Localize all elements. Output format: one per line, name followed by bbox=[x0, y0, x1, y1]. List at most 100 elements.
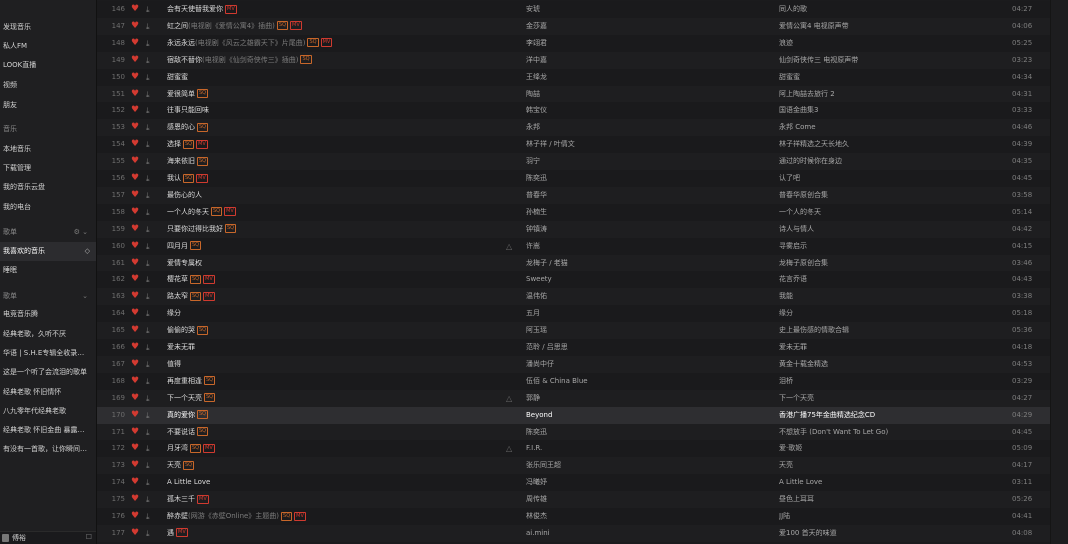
song-album[interactable]: 阿上陶喆去旅行 2 bbox=[779, 86, 1019, 103]
song-artist[interactable]: 韩宝仪 bbox=[526, 102, 766, 119]
song-row[interactable]: 169 ♥ ⤓ 下一个天亮 SQ △ 郭静 下一个天亮 04:27 bbox=[97, 389, 1050, 407]
sidebar-item[interactable]: 电竞音乐腾 bbox=[0, 305, 96, 324]
song-title-cell[interactable]: 选择 SQ MV bbox=[167, 136, 487, 153]
avatar[interactable] bbox=[2, 534, 9, 542]
song-album[interactable]: JJ陆 bbox=[779, 508, 1019, 525]
song-album[interactable]: 寻雾启示 bbox=[779, 238, 1019, 255]
mv-badge[interactable]: MV bbox=[203, 274, 215, 284]
song-album[interactable]: 同人的歌 bbox=[779, 1, 1019, 18]
song-title-cell[interactable]: 爱情专属权 bbox=[167, 255, 487, 272]
song-title-cell[interactable]: 醉赤壁(网游《赤壁Online》主题曲) SQ MV bbox=[167, 508, 487, 525]
like-heart-icon[interactable]: ♥ bbox=[131, 525, 141, 542]
song-artist[interactable]: Sweety bbox=[526, 271, 766, 288]
like-heart-icon[interactable]: ♥ bbox=[131, 356, 141, 373]
song-album[interactable]: 诗人与情人 bbox=[779, 221, 1019, 238]
song-title-cell[interactable]: 天亮 SQ bbox=[167, 457, 487, 474]
sidebar-item[interactable]: 视频 bbox=[0, 76, 96, 95]
song-row[interactable]: 150 ♥ ⤓ 甜蜜蜜 王绛龙 甜蜜蜜 04:34 bbox=[97, 68, 1050, 86]
like-heart-icon[interactable]: ♥ bbox=[131, 52, 141, 69]
song-row[interactable]: 159 ♥ ⤓ 只要你过得比我好 SQ 钟镇涛 诗人与情人 04:42 bbox=[97, 220, 1050, 238]
like-heart-icon[interactable]: ♥ bbox=[131, 238, 141, 255]
song-row[interactable]: 154 ♥ ⤓ 选择 SQ MV 林子祥 / 叶倩文 林子祥精选之天长地久 04:39 bbox=[97, 136, 1050, 154]
song-album[interactable]: 龙梅子原创合集 bbox=[779, 255, 1019, 272]
sidebar-item[interactable]: 经典老歌 怀旧金曲 暴露… bbox=[0, 421, 96, 440]
song-artist[interactable]: 龙梅子 / 老猫 bbox=[526, 255, 766, 272]
song-album[interactable]: A Little Love bbox=[779, 474, 1019, 491]
download-icon[interactable]: ⤓ bbox=[146, 35, 156, 52]
song-album[interactable]: 昼色上耳耳 bbox=[779, 491, 1019, 508]
song-row[interactable]: 172 ♥ ⤓ 月牙湾 SQ MV △ F.I.R. 爱·歌姬 05:09 bbox=[97, 440, 1050, 458]
song-album[interactable]: 泪桥 bbox=[779, 373, 1019, 390]
like-heart-icon[interactable]: ♥ bbox=[131, 457, 141, 474]
song-album[interactable]: 甜蜜蜜 bbox=[779, 69, 1019, 86]
mv-badge[interactable]: MV bbox=[225, 4, 237, 14]
song-album[interactable]: 花言乔语 bbox=[779, 271, 1019, 288]
song-album[interactable]: 通过的时候你在身边 bbox=[779, 153, 1019, 170]
download-icon[interactable]: ⤓ bbox=[146, 69, 156, 86]
sidebar-item[interactable]: 八九零年代经典老歌 bbox=[0, 402, 96, 421]
download-icon[interactable]: ⤓ bbox=[146, 390, 156, 407]
song-row[interactable]: 171 ♥ ⤓ 不要说话 SQ 陈奕迅 不想放手 (Don't Want To Let Go… bbox=[97, 423, 1050, 441]
song-artist[interactable]: 陈奕迅 bbox=[526, 424, 766, 441]
download-icon[interactable]: ⤓ bbox=[146, 102, 156, 119]
song-title-cell[interactable]: 樱花草 SQ MV bbox=[167, 271, 487, 288]
song-row[interactable]: 155 ♥ ⤓ 海来依旧 SQ 羽宁 通过的时候你在身边 04:35 bbox=[97, 153, 1050, 171]
song-artist[interactable]: 普春华 bbox=[526, 187, 766, 204]
sidebar-item[interactable]: 这是一个听了会流泪的歌单 bbox=[0, 363, 96, 382]
mv-badge[interactable]: MV bbox=[196, 173, 208, 183]
sidebar-item[interactable]: 我的电台 bbox=[0, 198, 96, 217]
song-artist[interactable]: 王绛龙 bbox=[526, 69, 766, 86]
mv-badge[interactable]: MV bbox=[320, 38, 333, 48]
chevron-down-icon[interactable]: ⌄ bbox=[82, 287, 88, 306]
song-artist[interactable]: 郭静 bbox=[526, 390, 766, 407]
heart-mode-icon[interactable]: ◇ bbox=[85, 242, 90, 261]
song-row[interactable]: 164 ♥ ⤓ 缘分 五月 缘分 05:18 bbox=[97, 305, 1050, 323]
song-row[interactable]: 170 ♥ ⤓ 真的爱你 SQ Beyond 香港广播75年金曲精选纪念CD 04:29 bbox=[97, 406, 1050, 424]
scrollbar[interactable] bbox=[1050, 0, 1068, 544]
song-artist[interactable]: F.I.R. bbox=[526, 440, 766, 457]
download-icon[interactable]: ⤓ bbox=[146, 525, 156, 542]
download-icon[interactable]: ⤓ bbox=[146, 170, 156, 187]
song-album[interactable]: 林子祥精选之天长地久 bbox=[779, 136, 1019, 153]
song-row[interactable]: 174 ♥ ⤓ A Little Love 冯曦妤 A Little Love 03:11 bbox=[97, 474, 1050, 492]
song-row[interactable]: 177 ♥ ⤓ 遇 MV ai.mini 爱100 首天的味道 04:08 bbox=[97, 524, 1050, 542]
song-row[interactable]: 173 ♥ ⤓ 天亮 SQ 张乐同王超 天亮 04:17 bbox=[97, 457, 1050, 475]
song-album[interactable]: 一个人的冬天 bbox=[779, 204, 1019, 221]
song-title-cell[interactable]: 缘分 bbox=[167, 305, 487, 322]
like-heart-icon[interactable]: ♥ bbox=[131, 491, 141, 508]
sidebar-item[interactable]: 经典老歌 怀旧情怀 bbox=[0, 383, 96, 402]
song-title-cell[interactable]: 遇 MV bbox=[167, 525, 487, 542]
like-heart-icon[interactable]: ♥ bbox=[131, 204, 141, 221]
like-heart-icon[interactable]: ♥ bbox=[131, 18, 141, 35]
song-row[interactable]: 160 ♥ ⤓ 四月月 SQ △ 许嵩 寻雾启示 04:15 bbox=[97, 237, 1050, 255]
song-row[interactable]: 168 ♥ ⤓ 再度重相逢 SQ 伍佰 & China Blue 泪桥 03:29 bbox=[97, 372, 1050, 390]
song-artist[interactable]: 永邦 bbox=[526, 119, 766, 136]
download-icon[interactable]: ⤓ bbox=[146, 373, 156, 390]
song-artist[interactable]: 陶喆 bbox=[526, 86, 766, 103]
song-artist[interactable]: 范聆 / 吕思思 bbox=[526, 339, 766, 356]
song-title-cell[interactable]: A Little Love bbox=[167, 474, 487, 491]
like-heart-icon[interactable]: ♥ bbox=[131, 322, 141, 339]
download-icon[interactable]: ⤓ bbox=[146, 491, 156, 508]
song-row[interactable]: 161 ♥ ⤓ 爱情专属权 龙梅子 / 老猫 龙梅子原创合集 03:46 bbox=[97, 254, 1050, 272]
song-album[interactable]: 史上最伤感的情歌合辑 bbox=[779, 322, 1019, 339]
download-icon[interactable]: ⤓ bbox=[146, 52, 156, 69]
like-heart-icon[interactable]: ♥ bbox=[131, 474, 141, 491]
download-icon[interactable]: ⤓ bbox=[146, 18, 156, 35]
song-artist[interactable]: 林俊杰 bbox=[526, 508, 766, 525]
sidebar-item[interactable]: LOOK直播 bbox=[0, 56, 96, 75]
song-title-cell[interactable]: 虹之间(电视剧《爱情公寓4》插曲) SQ MV bbox=[167, 18, 487, 35]
song-row[interactable]: 165 ♥ ⤓ 偷偷的哭 SQ 阿玉瑶 史上最伤感的情歌合辑 05:36 bbox=[97, 322, 1050, 340]
song-title-cell[interactable]: 我认 SQ MV bbox=[167, 170, 487, 187]
download-icon[interactable]: ⤓ bbox=[146, 153, 156, 170]
song-artist[interactable]: 张乐同王超 bbox=[526, 457, 766, 474]
song-album[interactable]: 认了吧 bbox=[779, 170, 1019, 187]
download-icon[interactable]: ⤓ bbox=[146, 271, 156, 288]
sidebar-item[interactable]: 有没有一首歌，让你瞬间… bbox=[0, 440, 96, 459]
download-icon[interactable]: ⤓ bbox=[146, 339, 156, 356]
sidebar-item[interactable]: 华语 | S.H.E专辑全收录… bbox=[0, 344, 96, 363]
song-row[interactable]: 156 ♥ ⤓ 我认 SQ MV 陈奕迅 认了吧 04:45 bbox=[97, 170, 1050, 187]
mv-badge[interactable]: MV bbox=[196, 139, 208, 149]
song-title-cell[interactable]: 爱未无罪 bbox=[167, 339, 487, 356]
like-heart-icon[interactable]: ♥ bbox=[131, 221, 141, 238]
